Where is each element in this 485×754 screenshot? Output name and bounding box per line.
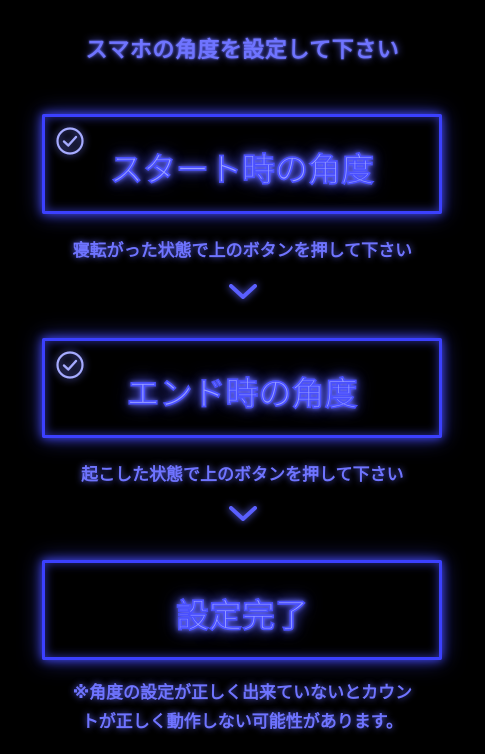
footer-note-line-1: ※角度の設定が正しく出来ていないとカウン xyxy=(72,683,413,703)
settings-complete-button[interactable]: 設定完了 xyxy=(42,560,442,660)
chevron-down-icon xyxy=(228,283,258,301)
page-title: スマホの角度を設定して下さい xyxy=(85,38,400,63)
end-angle-hint: 起こした状態で上のボタンを押して下さい xyxy=(81,465,404,485)
footer-note-line-2: トが正しく動作しない可能性があります。 xyxy=(81,712,404,732)
end-angle-button[interactable]: エンド時の角度 xyxy=(42,338,442,438)
start-angle-button[interactable]: スタート時の角度 xyxy=(42,114,442,214)
chevron-down-icon xyxy=(228,505,258,523)
start-angle-hint: 寝転がった状態で上のボタンを押して下さい xyxy=(72,241,413,261)
settings-complete-label: 設定完了 xyxy=(176,596,309,636)
start-angle-label: スタート時の角度 xyxy=(110,150,375,190)
end-angle-label: エンド時の角度 xyxy=(126,374,358,414)
footer-note: ※角度の設定が正しく出来ていないとカウン トが正しく動作しない可能性があります。 xyxy=(30,679,455,737)
